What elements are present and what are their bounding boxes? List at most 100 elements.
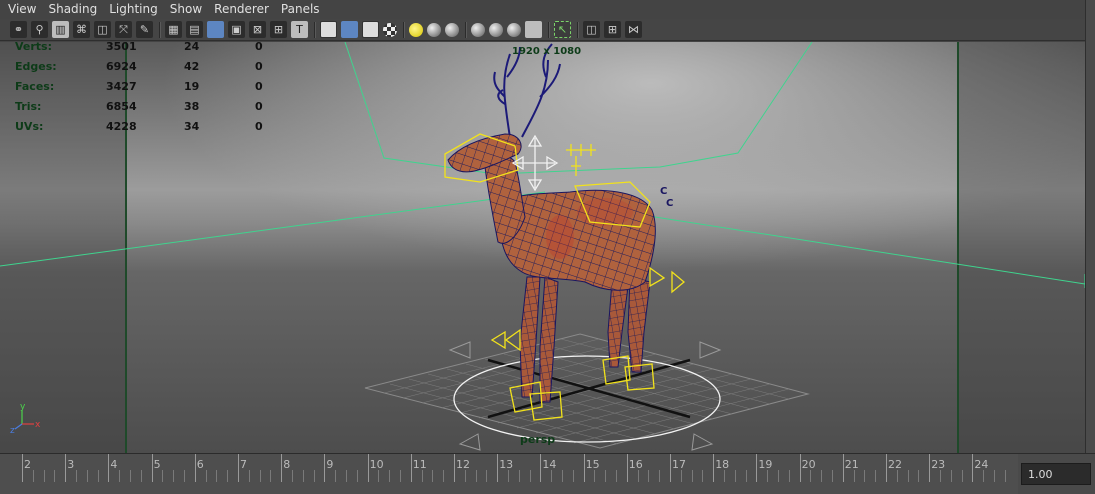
timeline-tick	[583, 454, 585, 482]
hud-value-total: 4228	[106, 120, 137, 133]
resolution-gate-icon[interactable]	[207, 21, 224, 38]
hud-value-total: 3501	[106, 42, 137, 53]
timeline-tick-label: 19	[758, 458, 773, 471]
gate-mask-icon[interactable]: ▣	[228, 21, 245, 38]
timeline-minor-tick	[659, 470, 661, 482]
time-slider[interactable]: 2 3 4 5 6 7 8 9 10 11 12 13 14 15 16 17 18 19 20 21 22 23 24	[0, 453, 1018, 494]
two-panel-icon[interactable]: ◫	[583, 21, 600, 38]
timeline-minor-tick	[950, 470, 952, 482]
timeline-tick	[151, 454, 153, 482]
field-chart-icon[interactable]: ⊠	[249, 21, 266, 38]
timeline-tick-label: 9	[326, 458, 334, 471]
menu-shading[interactable]: Shading	[42, 0, 103, 19]
film-gate-icon[interactable]: ▤	[186, 21, 203, 38]
timeline-minor-tick	[508, 470, 509, 482]
highlight-selection-icon[interactable]: ↖	[554, 21, 571, 38]
timeline-minor-tick	[97, 470, 99, 482]
current-time-field[interactable]	[1021, 463, 1091, 485]
hud-label: Edges:	[15, 60, 57, 73]
timeline-minor-tick	[216, 470, 218, 482]
menu-panels[interactable]: Panels	[275, 0, 326, 19]
timeline-tick-label: 11	[412, 458, 427, 471]
camera-name-label: persp	[520, 433, 556, 446]
timeline-tick	[194, 454, 196, 482]
timeline-minor-tick	[119, 470, 121, 482]
wireframe-on-shaded-icon[interactable]	[362, 21, 379, 38]
smooth-shade-icon[interactable]	[341, 21, 358, 38]
timeline-minor-tick	[76, 470, 77, 482]
timeline-minor-tick	[270, 470, 272, 482]
four-panel-icon[interactable]: ⊞	[604, 21, 621, 38]
hud-value-total: 6924	[106, 60, 137, 73]
hud-value-components: 0	[255, 42, 263, 53]
hud-value-components: 0	[255, 120, 263, 133]
timeline-tick-label: 20	[801, 458, 816, 471]
timeline-minor-tick	[778, 470, 779, 482]
timeline-tick	[626, 454, 628, 482]
menu-renderer[interactable]: Renderer	[208, 0, 275, 19]
timeline-minor-tick	[54, 470, 56, 482]
hud-value-selected: 19	[184, 80, 200, 93]
isolate-select-icon[interactable]	[471, 22, 485, 37]
toolbar-separator	[577, 21, 579, 38]
shadows-icon[interactable]	[427, 22, 441, 37]
lock-camera-icon[interactable]: ⚲	[31, 21, 48, 38]
timeline-tick-label: 8	[283, 458, 291, 471]
use-all-lights-icon[interactable]	[409, 22, 423, 37]
image-plane-icon[interactable]: ◫	[94, 21, 111, 38]
timeline-tick	[842, 454, 844, 482]
menu-lighting[interactable]: Lighting	[103, 0, 164, 19]
outliner-icon[interactable]: ⋈	[625, 21, 642, 38]
timeline-minor-tick	[788, 470, 790, 482]
hud-value-components: 0	[255, 60, 263, 73]
hud-label: Faces:	[15, 80, 55, 93]
grid-icon[interactable]: ▦	[165, 21, 182, 38]
toolbar-separator	[548, 21, 550, 38]
timeline-tick	[410, 454, 412, 482]
camera-attributes-icon[interactable]: ▥	[52, 21, 69, 38]
timeline-minor-tick	[896, 470, 898, 482]
toolbar-separator	[403, 21, 405, 38]
timeline-minor-tick	[767, 470, 769, 482]
grease-pencil-icon[interactable]: ✎	[136, 21, 153, 38]
axis-z-label: z	[10, 426, 15, 436]
timeline-minor-tick	[605, 470, 607, 482]
timeline-tick-label: 13	[499, 458, 514, 471]
safe-title-icon[interactable]: T	[291, 21, 308, 38]
timeline-tick-label: 10	[369, 458, 384, 471]
hud-value-components: 0	[255, 100, 263, 113]
textured-icon[interactable]	[383, 22, 397, 37]
timeline-tick	[713, 454, 715, 482]
timeline-minor-tick	[378, 470, 380, 482]
2d-pan-zoom-icon[interactable]: ⤧	[115, 21, 132, 38]
timeline-minor-tick	[745, 470, 747, 482]
wireframe-icon[interactable]	[320, 21, 337, 38]
menu-view[interactable]: View	[2, 0, 42, 19]
timeline-tick	[22, 454, 23, 482]
xray-icon[interactable]	[489, 22, 503, 37]
bookmark-icon[interactable]: ⌘	[73, 21, 90, 38]
ambient-occlusion-icon[interactable]	[445, 22, 459, 37]
toolbar-separator	[159, 21, 161, 38]
select-camera-icon[interactable]: ⚭	[10, 21, 27, 38]
timeline-minor-tick	[529, 470, 531, 482]
timeline-tick-label: 4	[110, 458, 118, 471]
menu-show[interactable]: Show	[164, 0, 208, 19]
xray-joints-icon[interactable]	[507, 22, 521, 37]
timeline-minor-tick	[1004, 470, 1006, 482]
timeline-minor-tick	[551, 470, 553, 482]
perspective-viewport[interactable]: C C y x z Verts: 3501 24 0 Edges: 6924 42 0 Face…	[0, 42, 1085, 453]
safe-action-icon[interactable]: ⊞	[270, 21, 287, 38]
timeline-tick	[65, 454, 67, 482]
timeline-minor-tick	[475, 470, 477, 482]
timeline-minor-tick	[302, 470, 304, 482]
viewport-scene[interactable]: C C y x z	[0, 42, 1085, 453]
timeline-minor-tick	[572, 470, 574, 482]
timeline-minor-tick	[205, 470, 207, 482]
xray-components-icon[interactable]	[525, 21, 542, 38]
timeline-tick	[454, 454, 455, 482]
timeline-minor-tick	[853, 470, 855, 482]
timeline-minor-tick	[464, 470, 466, 482]
timeline-tick-label: 18	[715, 458, 730, 471]
hud-label: Tris:	[15, 100, 42, 113]
